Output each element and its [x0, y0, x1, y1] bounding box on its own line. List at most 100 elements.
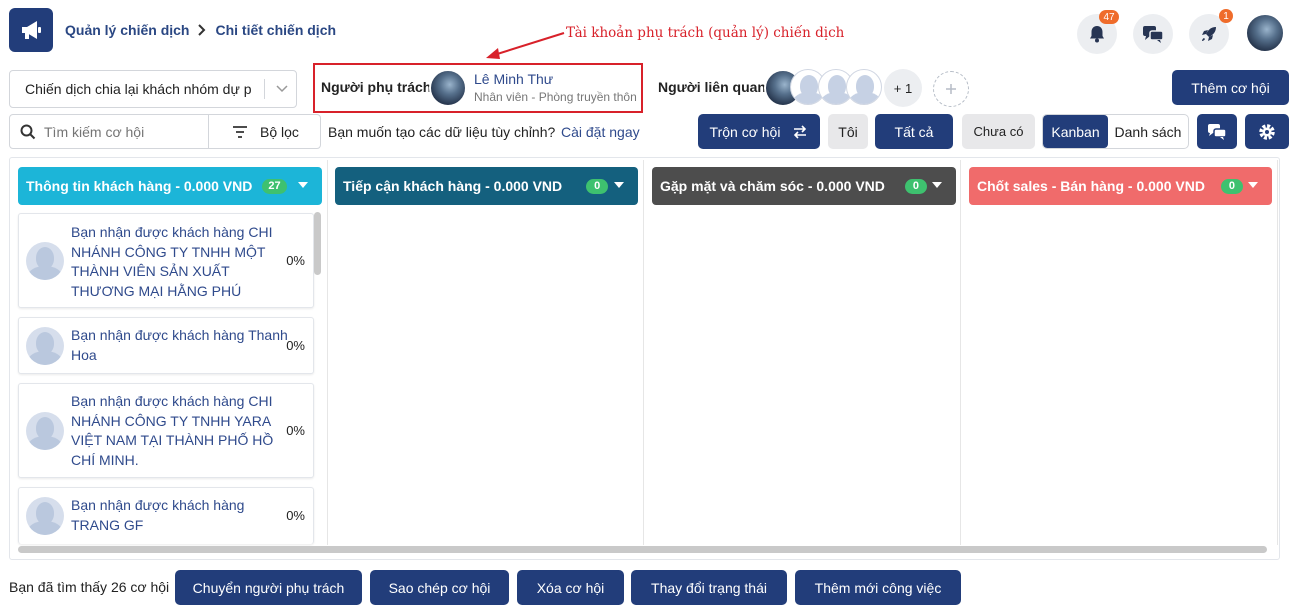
column-divider-1: [327, 160, 328, 545]
filter-label: Bộ lọc: [260, 123, 299, 140]
add-related-button[interactable]: [933, 71, 969, 107]
related-avatar-4: [846, 69, 882, 105]
none-label: Chưa có: [973, 124, 1024, 139]
list-view-button[interactable]: Danh sách: [1108, 115, 1188, 148]
column-divider-4: [1277, 160, 1278, 545]
card-percent: 0%: [286, 508, 305, 523]
annotation-arrow: [486, 32, 565, 59]
related-more-count[interactable]: + 1: [884, 69, 922, 107]
add-opportunity-label: Thêm cơ hội: [1191, 79, 1270, 96]
user-avatar[interactable]: [1245, 13, 1285, 53]
filter-button[interactable]: Bộ lọc: [209, 115, 320, 148]
breadcrumb-parent[interactable]: Quản lý chiến dịch: [65, 22, 189, 38]
column-title: Gặp mặt và chăm sóc - 0.000 VND: [660, 178, 885, 194]
opportunity-card[interactable]: Bạn nhận được khách hàng CHI NHÁNH CÔNG …: [18, 213, 314, 308]
megaphone-icon: [22, 21, 41, 39]
column-title: Thông tin khách hàng - 0.000 VND: [26, 178, 253, 194]
campaign-select-value: Chiến dịch chia lại khách nhóm dự p: [25, 81, 252, 97]
chat-icon: [1143, 26, 1164, 43]
column-divider-2: [643, 160, 644, 545]
column-header-closing[interactable]: Chốt sales - Bán hàng - 0.000 VND 0: [969, 167, 1272, 205]
card-text[interactable]: Bạn nhận được khách hàng CHI NHÁNH CÔNG …: [71, 223, 289, 301]
campaign-select[interactable]: Chiến dịch chia lại khách nhóm dự p: [9, 70, 297, 108]
column-header-customer-info[interactable]: Thông tin khách hàng - 0.000 VND 27: [18, 167, 322, 205]
horizontal-scrollbar-thumb[interactable]: [18, 546, 1267, 553]
card-percent: 0%: [286, 423, 305, 438]
add-task-label: Thêm mới công việc: [814, 579, 942, 596]
select-divider: [264, 79, 265, 99]
merge-opportunity-button[interactable]: Trộn cơ hội: [698, 114, 820, 149]
card-percent: 0%: [286, 338, 305, 353]
annotation-text: Tài khoản phụ trách (quản lý) chiến dịch: [566, 25, 845, 41]
opportunity-card[interactable]: Bạn nhận được khách hàng TRANG GF 0%: [18, 487, 314, 544]
column-header-meeting[interactable]: Gặp mặt và chăm sóc - 0.000 VND 0: [652, 167, 956, 205]
related-label: Người liên quan: [658, 79, 766, 95]
column-count-badge: 0: [1220, 178, 1243, 194]
copy-opportunity-button[interactable]: Sao chép cơ hội: [370, 570, 509, 605]
card-percent: 0%: [286, 253, 305, 268]
related-more-text: + 1: [893, 80, 913, 96]
column-header-approach[interactable]: Tiếp cận khách hàng - 0.000 VND 0: [335, 167, 638, 205]
app-logo-button[interactable]: [9, 8, 53, 52]
notification-count-badge: 47: [1099, 10, 1119, 24]
comments-button[interactable]: [1197, 114, 1237, 149]
add-task-button[interactable]: Thêm mới công việc: [795, 570, 961, 605]
column-count-badge: 0: [586, 178, 609, 194]
plus-icon: [946, 84, 956, 94]
customer-avatar: [26, 412, 64, 450]
filter-me-button[interactable]: Tôi: [828, 114, 868, 149]
caret-down-icon[interactable]: [298, 182, 308, 188]
bell-icon: [1090, 26, 1104, 43]
caret-down-icon[interactable]: [1248, 182, 1258, 188]
column-title: Chốt sales - Bán hàng - 0.000 VND: [977, 178, 1205, 194]
add-opportunity-button[interactable]: Thêm cơ hội: [1172, 70, 1289, 105]
delete-opportunity-button[interactable]: Xóa cơ hội: [517, 570, 624, 605]
caret-down-icon[interactable]: [932, 182, 942, 188]
vertical-scrollbar-thumb[interactable]: [314, 212, 321, 275]
kanban-view-button[interactable]: Kanban: [1043, 115, 1108, 148]
change-status-button[interactable]: Thay đổi trạng thái: [631, 570, 787, 605]
rocket-count-badge: 1: [1219, 9, 1233, 23]
card-text[interactable]: Bạn nhận được khách hàng Thanh Hoa: [71, 326, 289, 365]
swap-arrows-icon: [794, 124, 807, 139]
column-title: Tiếp cận khách hàng - 0.000 VND: [343, 178, 563, 194]
view-toggle: Kanban Danh sách: [1042, 114, 1189, 149]
card-text[interactable]: Bạn nhận được khách hàng TRANG GF: [71, 496, 289, 535]
settings-button[interactable]: [1245, 114, 1289, 149]
filter-all-button[interactable]: Tất cả: [875, 114, 953, 149]
transfer-owner-button[interactable]: Chuyển người phụ trách: [175, 570, 362, 605]
search-input[interactable]: [44, 122, 204, 142]
breadcrumb-current: Chi tiết chiến dịch: [215, 22, 337, 38]
filter-icon: [233, 125, 247, 138]
owner-name[interactable]: Lê Minh Thư: [474, 71, 553, 87]
search-box[interactable]: Bộ lọc: [9, 114, 321, 149]
customer-avatar: [26, 497, 64, 535]
copy-opportunity-label: Sao chép cơ hội: [388, 579, 491, 596]
customer-avatar: [26, 327, 64, 365]
opportunity-card[interactable]: Bạn nhận được khách hàng CHI NHÁNH CÔNG …: [18, 383, 314, 478]
change-status-label: Thay đổi trạng thái: [651, 579, 767, 596]
opportunity-card[interactable]: Bạn nhận được khách hàng Thanh Hoa 0%: [18, 317, 314, 374]
owner-avatar: [429, 69, 467, 107]
breadcrumb: Quản lý chiến dịch Chi tiết chiến dịch: [65, 22, 336, 38]
column-divider-3: [960, 160, 961, 545]
custom-data-link[interactable]: Cài đặt ngay: [561, 124, 640, 140]
rocket-icon: [1202, 27, 1216, 41]
gear-icon: [1259, 123, 1275, 140]
filter-none-button[interactable]: Chưa có: [962, 114, 1035, 149]
caret-down-icon[interactable]: [614, 182, 624, 188]
found-count-text: Bạn đã tìm thấy 26 cơ hội: [9, 579, 170, 595]
all-label: Tất cả: [894, 123, 934, 140]
merge-label: Trộn cơ hội: [709, 123, 781, 140]
delete-opportunity-label: Xóa cơ hội: [536, 579, 605, 596]
chat-button[interactable]: [1133, 14, 1173, 54]
search-icon: [20, 124, 36, 140]
comments-icon: [1208, 123, 1227, 140]
list-label: Danh sách: [1114, 123, 1182, 140]
card-text[interactable]: Bạn nhận được khách hàng CHI NHÁNH CÔNG …: [71, 392, 289, 470]
chevron-down-icon: [276, 85, 288, 93]
customer-avatar: [26, 242, 64, 280]
me-label: Tôi: [838, 123, 858, 140]
owner-label: Người phụ trách: [321, 79, 432, 95]
transfer-owner-label: Chuyển người phụ trách: [192, 579, 345, 596]
